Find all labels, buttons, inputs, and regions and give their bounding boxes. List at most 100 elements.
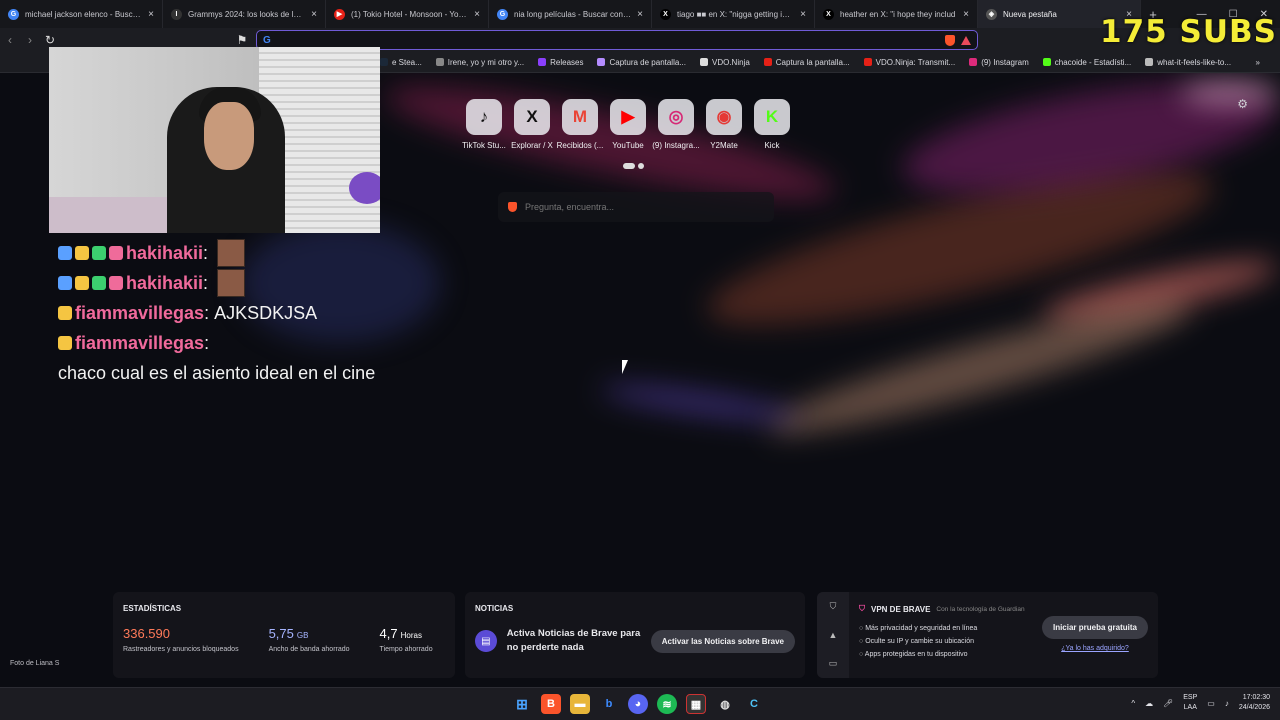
- windows-start-icon[interactable]: ⊞: [512, 694, 532, 714]
- stat-desc: Ancho de banda ahorrado: [268, 646, 350, 653]
- discord-icon[interactable]: ◕: [628, 694, 648, 714]
- tab-favicon-icon: ▶: [334, 8, 345, 20]
- bookmark-item[interactable]: (9) Instagram: [969, 58, 1029, 67]
- stat-desc: Tiempo ahorrado: [379, 646, 433, 653]
- chat-badge-icon: [58, 276, 72, 290]
- shortcut-tile[interactable]: ◎ (9) Instagra...: [652, 99, 700, 150]
- bookmark-label: VDO.Ninja: Transmit...: [875, 57, 956, 67]
- bookmark-item[interactable]: VDO.Ninja: Transmit...: [863, 57, 956, 67]
- clock[interactable]: 17:02:30 24/4/2026: [1239, 693, 1270, 713]
- mic-icon[interactable]: 🎤︎: [1163, 699, 1173, 708]
- shortcut-icon: ◉: [706, 99, 742, 135]
- brave-taskbar-icon[interactable]: B: [541, 694, 561, 714]
- bookmark-item[interactable]: Irene, yo y mi otro y...: [435, 58, 524, 67]
- enable-news-button[interactable]: Activar las Noticias sobre Brave: [650, 629, 795, 653]
- tab-6[interactable]: Xheather en X: "i hope they includ ×: [815, 0, 978, 28]
- tab-5[interactable]: Xtiago ■■ en X: "nigga getting intervie ×: [652, 0, 815, 28]
- tab-favicon-icon: G: [497, 8, 508, 20]
- stream-chat: hakihakii: hakihakii: fiammavillegas: AJ…: [58, 238, 378, 388]
- shortcut-tile[interactable]: ◉ Y2Mate: [706, 99, 742, 150]
- bookmark-favicon-icon: [1145, 58, 1154, 66]
- google-icon: G: [263, 34, 271, 46]
- page-dot-2[interactable]: [638, 163, 644, 169]
- already-purchased-link[interactable]: ¿Ya lo has adquirido?: [1042, 645, 1148, 652]
- stat-value: 5,75: [268, 626, 294, 641]
- cloud-icon[interactable]: ☁: [1145, 699, 1153, 708]
- obs-icon[interactable]: ◍: [715, 694, 735, 714]
- tab-close-icon[interactable]: ×: [800, 9, 806, 20]
- app-c-icon[interactable]: C: [744, 694, 764, 714]
- bookmark-item[interactable]: Captura la pantalla...: [763, 58, 850, 67]
- more-bookmarks-icon[interactable]: »: [1256, 58, 1260, 67]
- bookmark-label: (9) Instagram: [981, 57, 1029, 67]
- bookmark-label: VDO.Ninja: [711, 57, 750, 67]
- chat-message: hakihakii:: [58, 268, 378, 298]
- bookmark-item[interactable]: what-it-feels-like-to...: [1145, 58, 1231, 67]
- stat-unit: GB: [296, 631, 309, 640]
- stat-item: 4,7 Horas Tiempo ahorrado: [379, 627, 433, 654]
- tab-close-icon[interactable]: ×: [474, 9, 480, 20]
- shortcut-label: Kick: [764, 141, 780, 150]
- tab-close-icon[interactable]: ×: [963, 9, 969, 20]
- triangle-tab-icon[interactable]: ▲: [829, 630, 838, 640]
- chat-text: chaco cual es el asiento ideal en el cin…: [58, 363, 376, 383]
- shortcut-tile[interactable]: X Explorar / X: [511, 99, 553, 150]
- shortcut-tile[interactable]: M Recibidos (...: [557, 99, 603, 150]
- page-dot-1[interactable]: [623, 163, 635, 169]
- chevron-up-icon[interactable]: ^: [1131, 699, 1135, 708]
- start-trial-button[interactable]: Iniciar prueba gratuita: [1041, 616, 1148, 639]
- spotify-icon[interactable]: ≋: [657, 694, 677, 714]
- shortcut-label: (9) Instagra...: [652, 141, 700, 150]
- volume-icon[interactable]: ♪: [1225, 699, 1229, 708]
- shortcut-tile[interactable]: ♪ TikTok Stu...: [462, 99, 506, 150]
- vpn-widget: ⛉ ▲ ▭ ⛉ VPN DE BRAVE Con la tecnología d…: [817, 592, 1158, 678]
- chat-username: hakihakii: [126, 243, 204, 263]
- subs-counter: 175 SUBS: [1100, 14, 1277, 50]
- stat-value-row: 336.590: [123, 627, 239, 643]
- lang-region: LAA: [1183, 704, 1197, 711]
- forward-icon[interactable]: ›: [20, 30, 40, 50]
- bookmark-item[interactable]: Releases: [538, 58, 583, 67]
- search-input[interactable]: [525, 202, 774, 212]
- tab-2[interactable]: I Grammys 2024: los looks de la alfom ×: [163, 0, 326, 28]
- tab-close-icon[interactable]: ×: [311, 9, 317, 20]
- shortcut-tile[interactable]: ▶ YouTube: [610, 99, 646, 150]
- brave-shields-icon[interactable]: [945, 34, 955, 46]
- back-icon[interactable]: ‹: [0, 30, 20, 50]
- shortcut-icon: ▶: [610, 99, 646, 135]
- tab-3[interactable]: ▶ (1) Tokio Hotel - Monsoon - YouTube ×: [326, 0, 489, 28]
- shortcut-icon: ◎: [658, 99, 694, 135]
- search-box[interactable]: [498, 192, 774, 222]
- settings-gear-icon[interactable]: ⚙: [1237, 97, 1248, 111]
- url-input[interactable]: [276, 35, 939, 45]
- shortcut-label: Y2Mate: [710, 141, 738, 150]
- vpn-icon: ⛉: [859, 604, 865, 613]
- tab-title: tiago ■■ en X: "nigga getting intervie: [677, 9, 795, 19]
- tab-bar: Gmichael jackson elenco - Buscar con × I Gr…: [0, 0, 1280, 28]
- shortcut-tile[interactable]: K Kick: [754, 99, 790, 150]
- network-icon[interactable]: ▭: [1207, 699, 1215, 708]
- tab-close-icon[interactable]: ×: [148, 9, 154, 20]
- tab-favicon-icon: I: [171, 8, 182, 20]
- bookmark-item[interactable]: VDO.Ninja: [699, 57, 750, 67]
- tab-1[interactable]: Gmichael jackson elenco - Buscar con ×: [0, 0, 163, 28]
- clock-date: 24/4/2026: [1238, 704, 1270, 711]
- shield-tab-icon[interactable]: ⛉: [830, 601, 837, 612]
- tab-title: heather en X: "i hope they includ: [840, 9, 956, 19]
- bookmark-item[interactable]: e Stea...: [380, 58, 422, 67]
- file-explorer-icon[interactable]: ▬: [570, 694, 590, 714]
- bookmark-item[interactable]: Captura de pantalla...: [597, 58, 686, 67]
- shortcut-label: TikTok Stu...: [462, 141, 506, 150]
- tab-close-icon[interactable]: ×: [637, 9, 643, 20]
- chat-badge-icon: [109, 276, 123, 290]
- language-indicator[interactable]: ESP LAA: [1183, 693, 1197, 713]
- tab-4[interactable]: Gnia long películas - Buscar con Goog ×: [489, 0, 652, 28]
- card-tab-icon[interactable]: ▭: [829, 658, 838, 669]
- tab-favicon-icon: G: [8, 8, 19, 20]
- bing-icon[interactable]: b: [599, 694, 619, 714]
- bookmark-item[interactable]: chacoide - Estadísti...: [1042, 58, 1131, 67]
- brave-rewards-icon[interactable]: [961, 35, 971, 45]
- chat-badge-icon: [58, 306, 72, 320]
- mouse-cursor: [622, 360, 628, 374]
- recorder-icon[interactable]: ▦: [686, 694, 706, 714]
